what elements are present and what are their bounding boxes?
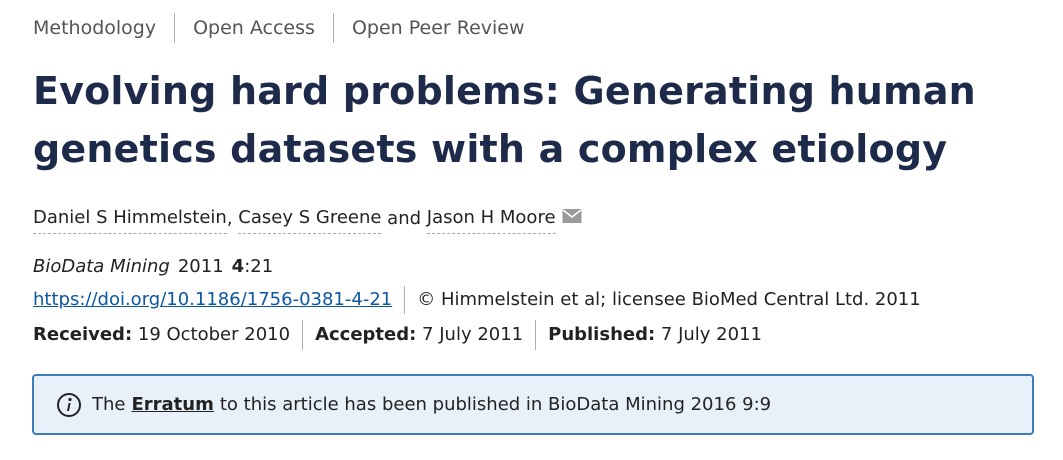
author-link-moore[interactable]: Jason H Moore — [426, 204, 556, 234]
tag-open-access: Open Access — [174, 13, 333, 43]
doi-line: https://doi.org/10.1186/1756-0381-4-21 ©… — [33, 286, 921, 314]
date-received: Received: 19 October 2010 — [33, 320, 302, 350]
erratum-link[interactable]: Erratum — [131, 394, 213, 415]
article-number: :21 — [244, 256, 274, 277]
citation-year: 2011 — [177, 256, 224, 277]
date-accepted: Accepted: 7 July 2011 — [302, 320, 535, 350]
author-link-greene[interactable]: Casey S Greene — [238, 204, 382, 234]
date-value: 7 July 2011 — [416, 324, 524, 345]
date-label: Published: — [548, 324, 656, 345]
date-value: 7 July 2011 — [655, 324, 762, 345]
citation-volume: 4:21 — [232, 254, 274, 280]
envelope-icon[interactable] — [562, 205, 582, 233]
notice-suffix: to this article has been published in Bi… — [219, 394, 772, 415]
article-title: Evolving hard problems: Generating human… — [33, 69, 976, 171]
date-value: 19 October 2010 — [132, 324, 291, 345]
author-separator-and: and — [381, 208, 427, 229]
journal-name: BioData Mining — [33, 256, 170, 277]
article-type-tags: Methodology Open Access Open Peer Review — [33, 13, 543, 43]
notice-prefix: The — [92, 394, 126, 415]
citation-line: BioData Mining 2011 4:21 — [33, 254, 273, 280]
doi-link[interactable]: https://doi.org/10.1186/1756-0381-4-21 — [33, 286, 404, 314]
date-label: Received: — [33, 324, 133, 345]
date-published: Published: 7 July 2011 — [535, 320, 774, 350]
author-list: Daniel S Himmelstein , Casey S Greene an… — [33, 204, 582, 234]
tag-methodology: Methodology — [33, 17, 157, 39]
erratum-notice: The Erratum to this article has been pub… — [32, 374, 1034, 435]
copyright-text: © Himmelstein et al; licensee BioMed Cen… — [404, 286, 921, 314]
author-separator: , — [226, 208, 239, 229]
tag-open-peer-review: Open Peer Review — [332, 13, 543, 43]
info-icon — [56, 392, 82, 418]
volume-number: 4 — [231, 256, 245, 277]
author-link-himmelstein[interactable]: Daniel S Himmelstein — [33, 204, 227, 234]
date-label: Accepted: — [315, 324, 417, 345]
publication-dates: Received: 19 October 2010 Accepted: 7 Ju… — [33, 320, 774, 350]
